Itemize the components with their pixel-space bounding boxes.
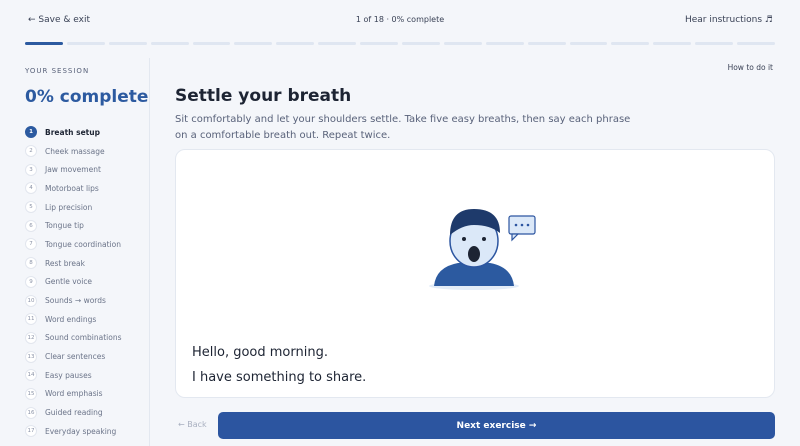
step-number: 9 <box>25 275 37 288</box>
progress-segment <box>527 42 566 45</box>
progress-segment <box>695 42 734 45</box>
progress-segment <box>402 42 440 45</box>
progress-segment <box>108 42 147 45</box>
step-label: Everyday speaking <box>45 426 117 436</box>
step-number: 4 <box>25 182 37 195</box>
step-item[interactable]: 11 Word endings <box>25 310 122 329</box>
step-label: Tongue coordination <box>45 239 121 249</box>
top-bar: ← Save & exit 1 of 18 · 0% complete Hear… <box>0 0 800 42</box>
progress-bar <box>25 42 776 46</box>
session-complete: 0% complete <box>25 87 149 107</box>
step-item[interactable]: 15 Word emphasis <box>25 385 122 404</box>
exercise-card: Hello, good morning. I have something to… <box>175 149 775 398</box>
exercise-description: Sit comfortably and let your shoulders s… <box>175 114 631 141</box>
step-label: Easy pauses <box>45 370 92 380</box>
step-label: Clear sentences <box>45 352 106 362</box>
step-item[interactable]: 6 Tongue tip <box>25 216 122 235</box>
page-title: Settle your breath <box>175 86 352 106</box>
step-number: 5 <box>25 201 37 214</box>
step-label: Motorboat lips <box>45 183 99 193</box>
session-label: YOUR SESSION <box>25 67 90 75</box>
hear-instructions-button[interactable]: Hear instructions ♬ <box>685 15 773 25</box>
step-label: Breath setup <box>45 127 100 137</box>
sidebar: YOUR SESSION 0% complete 1 Breath setup 2 C… <box>0 58 150 446</box>
step-number: 8 <box>25 257 37 270</box>
progress-segment <box>653 42 692 45</box>
progress-segment <box>192 42 231 45</box>
step-label: Gentle voice <box>45 277 93 287</box>
how-to-link[interactable]: How to do it <box>728 63 773 72</box>
step-item[interactable]: 2 Cheek massage <box>25 142 122 161</box>
step-number: 15 <box>25 387 37 400</box>
progress-segment <box>443 42 482 45</box>
progress-segment <box>25 42 63 45</box>
progress-segment <box>611 42 650 45</box>
progress-segment <box>276 42 315 45</box>
step-item[interactable]: 1 Breath setup <box>25 123 122 142</box>
step-label: Sound combinations <box>45 333 122 343</box>
step-label: Word endings <box>45 314 97 324</box>
step-item[interactable]: 4 Motorboat lips <box>25 179 122 198</box>
step-item[interactable]: 14 Easy pauses <box>25 366 122 385</box>
step-list: 1 Breath setup 2 Cheek massage 3 Jaw movement… <box>25 123 122 441</box>
step-label: Jaw movement <box>45 165 101 175</box>
progress-text: 1 of 18 · 0% complete <box>355 15 445 24</box>
progress-segment <box>150 42 189 45</box>
progress-segment <box>66 42 105 45</box>
phrase-text: Hello, good morning. <box>192 345 328 360</box>
speaking-person-icon <box>429 209 536 290</box>
progress-segment <box>737 42 776 45</box>
step-item[interactable]: 9 Gentle voice <box>25 273 122 292</box>
step-number: 6 <box>25 219 37 232</box>
back-button[interactable]: ← Back <box>178 420 207 429</box>
next-exercise-button[interactable]: Next exercise → <box>218 412 775 439</box>
step-number: 1 <box>25 126 37 139</box>
progress-segment <box>485 42 524 45</box>
step-item[interactable]: 3 Jaw movement <box>25 160 122 179</box>
step-item[interactable]: 7 Tongue coordination <box>25 235 122 254</box>
progress-segment <box>360 42 399 45</box>
step-item[interactable]: 16 Guided reading <box>25 403 122 422</box>
phrase-text: I have something to share. <box>192 370 367 385</box>
progress-segment <box>318 42 357 45</box>
step-label: Word emphasis <box>45 389 103 399</box>
step-label: Sounds → words <box>45 296 106 306</box>
step-label: Lip precision <box>45 202 93 212</box>
progress-segment <box>569 42 608 45</box>
step-label: Guided reading <box>45 408 103 418</box>
step-number: 2 <box>25 145 37 158</box>
progress-segment <box>234 42 273 45</box>
step-number: 10 <box>25 294 37 307</box>
step-label: Cheek massage <box>45 146 105 156</box>
step-label: Rest break <box>45 258 85 268</box>
step-number: 12 <box>25 331 37 344</box>
step-number: 16 <box>25 406 37 419</box>
step-number: 7 <box>25 238 37 251</box>
step-number: 3 <box>25 163 37 176</box>
step-number: 14 <box>25 369 37 382</box>
step-item[interactable]: 5 Lip precision <box>25 198 122 217</box>
step-item[interactable]: 13 Clear sentences <box>25 347 122 366</box>
step-label: Tongue tip <box>45 221 84 231</box>
step-number: 17 <box>25 425 37 438</box>
step-item[interactable]: 17 Everyday speaking <box>25 422 122 441</box>
step-number: 11 <box>25 313 37 326</box>
step-number: 13 <box>25 350 37 363</box>
step-item[interactable]: 12 Sound combinations <box>25 329 122 348</box>
step-item[interactable]: 10 Sounds → words <box>25 291 122 310</box>
step-item[interactable]: 8 Rest break <box>25 254 122 273</box>
